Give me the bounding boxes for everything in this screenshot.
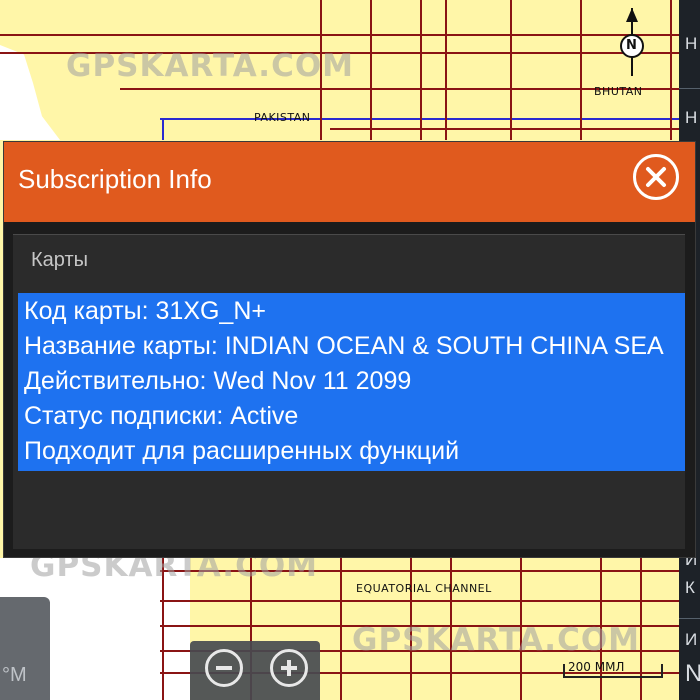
info-row-advanced-features: Подходит для расширенных функций — [24, 437, 460, 465]
info-row-chart-code: Код карты: 31XG_N+ — [24, 297, 266, 325]
right-panel-item[interactable]: Н — [685, 34, 697, 54]
close-icon — [646, 167, 666, 187]
close-button[interactable] — [633, 154, 679, 200]
map-grid-line — [162, 118, 164, 140]
map-grid-line — [580, 0, 582, 140]
map-grid-line — [670, 0, 672, 140]
left-info-tab[interactable]: °М — [0, 597, 50, 700]
right-panel-item[interactable]: Н — [685, 108, 697, 128]
left-tab-label: °М — [2, 664, 27, 686]
compass-letter: N — [626, 38, 637, 53]
map-label-bhutan: BHUTAN — [594, 85, 643, 98]
map-label-pakistan: PAKISTAN — [254, 111, 311, 124]
map-grid-line — [640, 558, 642, 700]
map-grid-line — [445, 0, 447, 140]
map-grid-line — [160, 600, 680, 602]
minus-icon — [216, 666, 232, 670]
map-grid-line — [420, 0, 422, 140]
watermark: GPSKARTA.COM — [66, 48, 355, 84]
map-info-list[interactable]: Код карты: 31XG_N+ Название карты: INDIA… — [18, 293, 685, 471]
scale-label: 200 ММЛ — [568, 660, 625, 674]
map-water-area — [0, 45, 60, 140]
dialog-body: Карты Код карты: 31XG_N+ Название карты:… — [13, 234, 685, 549]
zoom-controls — [190, 641, 320, 700]
right-panel-item[interactable]: К — [685, 578, 695, 598]
info-row-subscription-status: Статус подписки: Active — [24, 402, 299, 430]
section-label-maps: Карты — [31, 249, 88, 271]
dialog-title: Subscription Info — [18, 164, 212, 194]
map-grid-line — [340, 558, 342, 700]
map-grid-line — [0, 34, 680, 36]
right-panel-item[interactable]: N — [685, 660, 700, 688]
compass-widget[interactable]: N — [617, 6, 647, 84]
map-grid-line — [330, 128, 680, 130]
watermark: GPSKARTA.COM — [352, 622, 641, 658]
map-grid-line — [370, 0, 372, 140]
info-row-chart-name: Название карты: INDIAN OCEAN & SOUTH CHI… — [24, 332, 664, 360]
dialog-header: Subscription Info — [4, 142, 695, 222]
right-panel-item[interactable]: И — [685, 630, 697, 650]
right-panel-divider — [679, 88, 700, 89]
info-row-valid-until: Действительно: Wed Nov 11 2099 — [24, 367, 412, 395]
map-grid-line — [510, 0, 512, 140]
zoom-in-button[interactable] — [270, 649, 308, 687]
plus-icon — [281, 660, 297, 676]
right-panel-divider — [679, 618, 700, 619]
zoom-out-button[interactable] — [205, 649, 243, 687]
map-label-equatorial-channel: EQUATORIAL CHANNEL — [356, 582, 492, 595]
subscription-info-dialog: Subscription Info Карты Код карты: 31XG_… — [3, 141, 696, 558]
